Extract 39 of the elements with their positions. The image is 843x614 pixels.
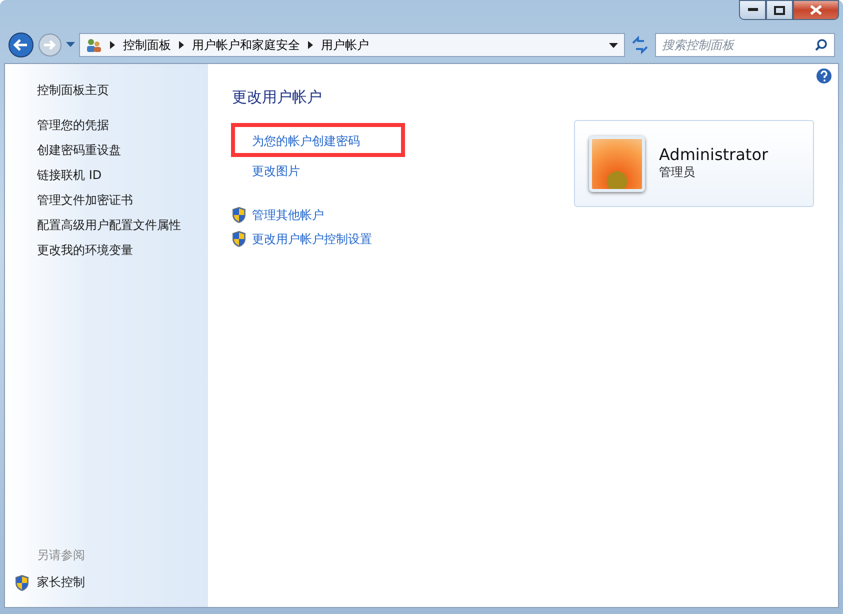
help-icon[interactable] <box>816 68 832 84</box>
sidebar-link[interactable]: 家长控制 <box>15 570 208 595</box>
users-icon <box>86 37 102 53</box>
sidebar-link[interactable]: 链接联机 ID <box>37 163 208 188</box>
chevron-icon <box>308 41 313 49</box>
minimize-icon <box>748 8 758 12</box>
account-role: 管理员 <box>659 164 696 182</box>
shield-icon <box>232 230 246 246</box>
section-heading: 另请参阅 <box>37 547 86 564</box>
sidebar-link[interactable]: 更改我的环境变量 <box>37 238 208 263</box>
address-bar[interactable]: 控制面板 用户帐户和家庭安全 用户帐户 <box>79 33 625 57</box>
sidebar-link[interactable]: 控制面板主页 <box>37 78 208 103</box>
page-title: 更改用户帐户 <box>232 87 323 108</box>
task-link[interactable]: 更改图片 <box>232 158 372 182</box>
minimize-button[interactable] <box>739 0 766 20</box>
breadcrumb-item[interactable]: 用户帐户和家庭安全 <box>192 36 300 54</box>
task-link[interactable]: 管理其他帐户 <box>232 202 372 226</box>
chevron-icon <box>179 41 184 49</box>
breadcrumb-item[interactable]: 控制面板 <box>123 36 171 54</box>
flower-picture <box>589 136 645 192</box>
maximize-button[interactable] <box>766 0 793 20</box>
breadcrumb-item[interactable]: 用户帐户 <box>321 36 369 54</box>
sidebar-link[interactable]: 创建密码重设盘 <box>37 138 208 163</box>
close-icon <box>810 5 822 15</box>
task-link[interactable]: 更改用户帐户控制设置 <box>232 226 372 250</box>
account-name: Administrator <box>659 146 768 164</box>
shield-icon <box>232 206 246 222</box>
back-icon[interactable] <box>8 32 34 58</box>
maximize-icon <box>774 6 785 14</box>
shield-icon <box>15 574 29 590</box>
sidebar-link[interactable]: 管理文件加密证书 <box>37 188 208 213</box>
chevron-icon <box>110 41 115 49</box>
search-icon[interactable] <box>815 39 827 51</box>
search-field[interactable]: 搜索控制面板 <box>655 33 835 57</box>
close-button[interactable] <box>793 0 839 20</box>
task-link[interactable]: 为您的帐户创建密码 <box>232 128 372 152</box>
sidebar-link[interactable]: 配置高级用户配置文件属性 <box>37 213 208 238</box>
sidebar-link[interactable]: 管理您的凭据 <box>37 113 208 138</box>
dropdown-icon[interactable] <box>609 42 618 48</box>
